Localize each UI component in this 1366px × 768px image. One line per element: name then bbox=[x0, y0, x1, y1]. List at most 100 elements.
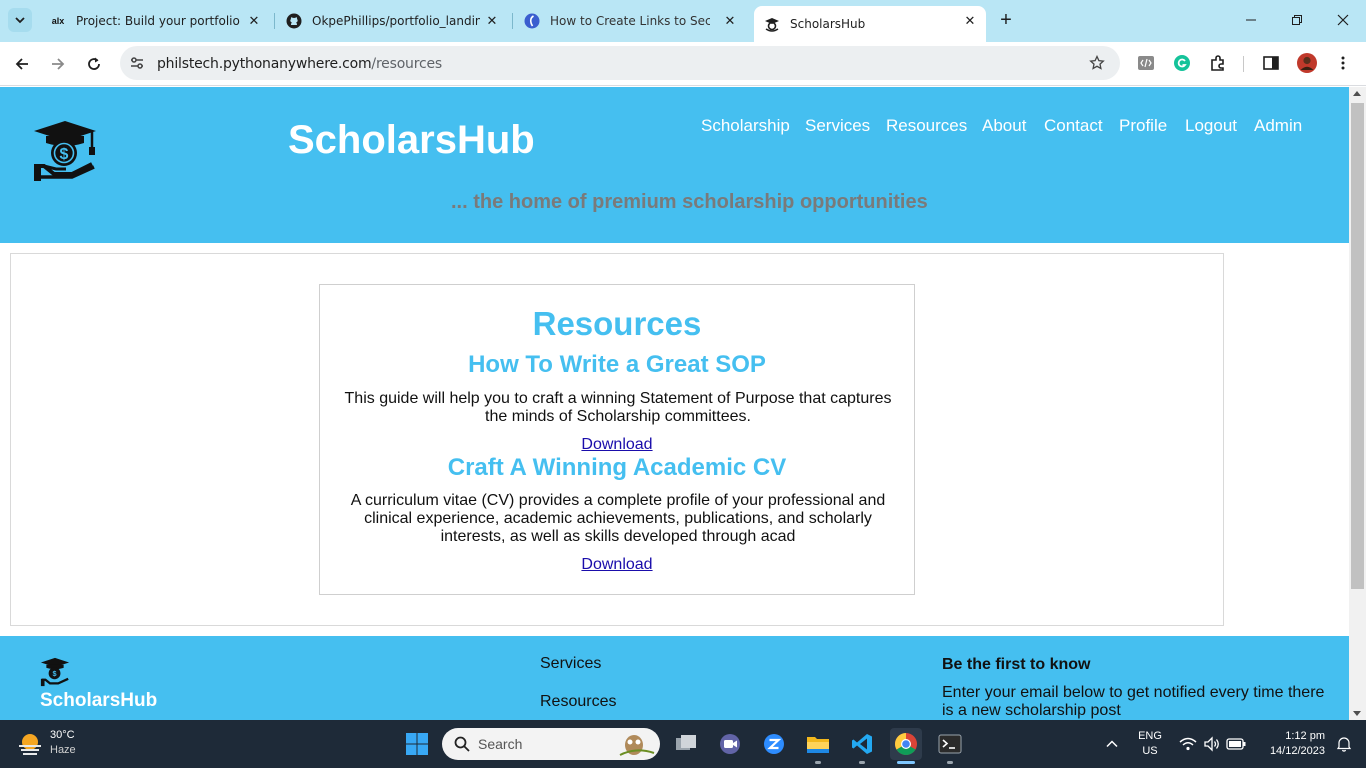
tab-label: OkpePhillips/portfolio_landing_ bbox=[312, 14, 480, 28]
terminal-icon[interactable] bbox=[934, 728, 966, 760]
meet-app-icon[interactable] bbox=[714, 728, 746, 760]
system-clock[interactable]: 1:12 pm 14/12/2023 bbox=[1250, 729, 1325, 759]
nav-contact[interactable]: Contact bbox=[1044, 116, 1103, 136]
weather-condition: Haze bbox=[50, 744, 76, 756]
close-window-button[interactable] bbox=[1330, 8, 1356, 32]
nav-scholarship[interactable]: Scholarship bbox=[701, 116, 790, 136]
language-code: ENG bbox=[1138, 730, 1162, 742]
close-icon[interactable]: ✕ bbox=[484, 13, 500, 29]
page-title: Resources bbox=[532, 305, 702, 342]
footer-link-resources[interactable]: Resources bbox=[540, 693, 616, 711]
tab-label: Project: Build your portfolio pro bbox=[76, 14, 244, 28]
battery-icon[interactable] bbox=[1220, 728, 1252, 760]
profile-avatar[interactable] bbox=[1296, 52, 1318, 74]
site-info-icon[interactable] bbox=[128, 54, 146, 72]
chevron-up-icon bbox=[1106, 740, 1118, 748]
download-link[interactable]: Download bbox=[581, 556, 652, 573]
notifications-icon[interactable] bbox=[1332, 728, 1356, 760]
url-text[interactable]: philstech.pythonanywhere.com/resources bbox=[157, 56, 442, 72]
back-button[interactable] bbox=[10, 52, 34, 76]
search-icon bbox=[454, 736, 470, 752]
freecodecamp-icon bbox=[524, 13, 540, 29]
forward-button[interactable] bbox=[46, 52, 70, 76]
newsletter-text: Enter your email below to get notified e… bbox=[942, 684, 1325, 719]
footer-logo[interactable]: $ bbox=[40, 657, 70, 687]
address-bar[interactable]: philstech.pythonanywhere.com/resources bbox=[120, 46, 1120, 80]
nav-about[interactable]: About bbox=[982, 116, 1026, 136]
close-icon bbox=[1337, 14, 1349, 26]
site-tagline: ... the home of premium scholarship oppo… bbox=[451, 191, 928, 213]
footer-link-services[interactable]: Services bbox=[540, 655, 601, 673]
resources-card: Resources How To Write a Great SOP This … bbox=[319, 284, 915, 595]
minimize-button[interactable] bbox=[1238, 8, 1264, 32]
nav-services[interactable]: Services bbox=[805, 116, 870, 136]
tab-search-button[interactable] bbox=[8, 8, 32, 32]
vscode-icon[interactable] bbox=[846, 728, 878, 760]
show-hidden-icons-button[interactable] bbox=[1096, 728, 1128, 760]
scrollbar-thumb[interactable] bbox=[1351, 103, 1364, 589]
new-tab-button[interactable]: + bbox=[996, 9, 1016, 31]
chrome-icon[interactable] bbox=[890, 728, 922, 760]
site-header: $ ScholarsHub ... the home of premium sc… bbox=[0, 87, 1349, 243]
scroll-up-arrow-icon[interactable] bbox=[1353, 91, 1361, 96]
vscode-running-indicator bbox=[859, 761, 865, 764]
code-extension-icon[interactable] bbox=[1135, 52, 1157, 74]
task-view-icon[interactable] bbox=[670, 728, 702, 760]
language-indicator[interactable]: ENG US bbox=[1130, 729, 1170, 759]
reload-icon bbox=[88, 57, 100, 70]
svg-text:$: $ bbox=[60, 146, 69, 163]
file-explorer-icon[interactable] bbox=[802, 728, 834, 760]
weather-widget[interactable]: 30°C Haze bbox=[16, 728, 136, 760]
restore-icon bbox=[1292, 15, 1302, 25]
resource-description: This guide will help you to craft a winn… bbox=[344, 390, 892, 425]
bookmark-star-icon[interactable] bbox=[1088, 54, 1106, 72]
browser-tab-bar: alx Project: Build your portfolio pro ✕ … bbox=[0, 0, 1366, 42]
chevron-down-icon bbox=[15, 17, 25, 24]
close-icon[interactable]: ✕ bbox=[722, 13, 738, 29]
side-panel-icon[interactable] bbox=[1260, 52, 1282, 74]
close-icon[interactable]: ✕ bbox=[962, 13, 978, 29]
arrow-left-icon bbox=[15, 58, 28, 70]
extensions-puzzle-icon[interactable] bbox=[1207, 52, 1229, 74]
svg-text:$: $ bbox=[53, 669, 57, 678]
reload-button[interactable] bbox=[82, 52, 106, 76]
browser-menu-button[interactable] bbox=[1332, 52, 1354, 74]
page-viewport: $ ScholarsHub ... the home of premium sc… bbox=[0, 87, 1349, 720]
nav-resources[interactable]: Resources bbox=[886, 116, 967, 136]
tab-github[interactable]: OkpePhillips/portfolio_landing_ ✕ bbox=[276, 6, 508, 36]
tab-label: ScholarsHub bbox=[790, 17, 866, 31]
nav-logout[interactable]: Logout bbox=[1185, 116, 1237, 136]
tab-scholarshub[interactable]: ScholarsHub ✕ bbox=[754, 6, 986, 42]
restore-button[interactable] bbox=[1284, 8, 1310, 32]
chrome-active-indicator bbox=[897, 761, 915, 764]
tab-freecodecamp[interactable]: How to Create Links to Sections ✕ bbox=[514, 6, 746, 36]
scholarshub-logo[interactable]: $ bbox=[32, 119, 98, 185]
clock-time: 1:12 pm bbox=[1285, 730, 1325, 742]
windows-taskbar: 30°C Haze Search ENG US 1:12 pm 14/12/20… bbox=[0, 720, 1366, 768]
alx-icon: alx bbox=[51, 16, 65, 26]
newsletter-heading: Be the first to know bbox=[942, 656, 1091, 673]
page-scrollbar[interactable] bbox=[1349, 87, 1366, 720]
search-highlight-icon bbox=[619, 735, 655, 756]
download-link[interactable]: Download bbox=[581, 436, 652, 453]
zoom-icon[interactable] bbox=[758, 728, 790, 760]
tab-alx[interactable]: alx Project: Build your portfolio pro ✕ bbox=[38, 6, 270, 36]
footer-brand[interactable]: ScholarsHub bbox=[40, 690, 157, 712]
resource-title: How To Write a Great SOP bbox=[468, 351, 766, 378]
nav-profile[interactable]: Profile bbox=[1119, 116, 1167, 136]
scroll-down-arrow-icon[interactable] bbox=[1353, 711, 1361, 716]
site-brand[interactable]: ScholarsHub bbox=[288, 118, 535, 163]
scholarshub-icon bbox=[764, 16, 780, 32]
tab-separator bbox=[274, 13, 275, 29]
start-button[interactable] bbox=[401, 728, 433, 760]
resource-title: Craft A Winning Academic CV bbox=[447, 454, 787, 481]
region-code: US bbox=[1142, 745, 1158, 757]
taskbar-search[interactable]: Search bbox=[442, 728, 660, 760]
haze-sun-icon bbox=[19, 734, 41, 755]
tab-label: How to Create Links to Sections bbox=[550, 14, 710, 28]
nav-admin[interactable]: Admin bbox=[1254, 116, 1302, 136]
grammarly-icon[interactable] bbox=[1171, 52, 1193, 74]
kebab-menu-icon bbox=[1341, 56, 1345, 70]
close-icon[interactable]: ✕ bbox=[246, 13, 262, 29]
clock-date: 14/12/2023 bbox=[1269, 745, 1325, 757]
